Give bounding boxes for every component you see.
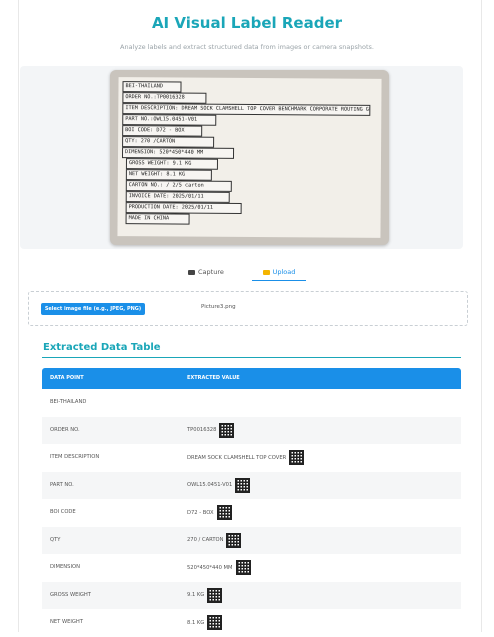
label-line: PART NO.:OWL15.0451-V01 (122, 114, 217, 126)
tab-upload[interactable]: Upload (252, 264, 306, 281)
label-line: DIMENSION: 520*450*440 MM (121, 147, 235, 159)
qr-code-icon (235, 560, 251, 576)
label-line: ORDER NO.:TP0016328 (122, 92, 207, 104)
extracted-value-text: 9.1 KG (187, 592, 205, 599)
column-header-data-point: DATA POINT (50, 375, 84, 381)
table-row: ITEM DESCRIPTION DREAM SOCK CLAMSHELL TOP… (42, 444, 461, 472)
tab-capture-label: Capture (198, 268, 224, 276)
extracted-value-text: 520*450*440 MM (187, 564, 233, 571)
extracted-value-cell: OWL15.0451-V01 (187, 472, 251, 500)
tab-capture[interactable]: Capture (188, 264, 224, 280)
extracted-value-cell: 8.1 KG (187, 609, 223, 637)
extracted-value-cell: 520*450*440 MM (187, 554, 251, 582)
data-point-cell: PART NO. (50, 481, 74, 488)
table-row: ORDER NO. TP0016328 (42, 416, 461, 445)
qr-code-icon (235, 477, 251, 493)
extracted-data-table: DATA POINT EXTRACTED VALUE BEI-THAILAND O… (42, 368, 461, 637)
table-row: QTY 270 / CARTON (42, 526, 461, 555)
extracted-value-text: TP0016328 (187, 427, 217, 434)
selected-file-name: Picture3.png (201, 304, 236, 310)
extracted-value-text: OWL15.0451-V01 (187, 482, 233, 489)
extracted-value-cell: D72 - BOX (187, 499, 232, 527)
label-paper: BEI-THAILAND ORDER NO.:TP0016328 ITEM DE… (117, 77, 382, 238)
camera-icon (188, 269, 195, 275)
label-line: NET WEIGHT: 8.1 KG (125, 169, 212, 181)
data-point-cell: BEI-THAILAND (50, 399, 87, 405)
extracted-value-text: 8.1 KG (187, 619, 205, 626)
label-line: BEI-THAILAND (122, 81, 182, 93)
page-title: AI Visual Label Reader (151, 14, 343, 32)
extracted-value-cell: TP0016328 (187, 417, 235, 445)
data-point-cell: ORDER NO. (50, 426, 80, 433)
data-point-cell: QTY (50, 536, 61, 543)
table-row: BOI CODE D72 - BOX (42, 499, 461, 527)
label-photo: BEI-THAILAND ORDER NO.:TP0016328 ITEM DE… (110, 70, 389, 245)
label-line: PRODUCTION DATE: 2025/01/11 (125, 202, 242, 214)
folder-icon (262, 269, 270, 275)
table-header: DATA POINT EXTRACTED VALUE (42, 368, 461, 389)
section-title: Extracted Data Table (43, 342, 161, 353)
label-line: MADE IN CHINA (125, 213, 190, 225)
data-point-cell: DIMENSION (50, 564, 80, 570)
extracted-value-text: DREAM SOCK CLAMSHELL TOP COVER (187, 454, 287, 461)
extracted-value-cell: 270 / CARTON (187, 527, 242, 555)
label-line: BOI CODE: D72 - BOX (122, 125, 203, 137)
section-divider (42, 357, 461, 358)
qr-code-icon (207, 587, 223, 603)
select-file-button[interactable]: Select image file (e.g., JPEG, PNG) (41, 303, 145, 315)
column-header-extracted-value: EXTRACTED VALUE (187, 375, 240, 381)
qr-code-icon (289, 450, 305, 466)
extracted-value-cell: 9.1 KG (187, 582, 223, 610)
upload-dropzone[interactable]: Select image file (e.g., JPEG, PNG) Pict… (28, 291, 468, 326)
table-row: PART NO. OWL15.0451-V01 (42, 471, 461, 500)
qr-code-icon (207, 615, 223, 631)
data-point-cell: ITEM DESCRIPTION (50, 454, 100, 460)
data-point-cell: NET WEIGHT (50, 619, 84, 625)
label-line: CARTON NO.: / 2/5 carton (125, 180, 232, 192)
page-subtitle: Analyze labels and extract structured da… (120, 43, 374, 51)
table-row: NET WEIGHT 8.1 KG (42, 609, 461, 637)
data-point-cell: GROSS WEIGHT (50, 591, 91, 598)
qr-code-icon (216, 505, 232, 521)
qr-code-icon (226, 532, 242, 548)
table-row: GROSS WEIGHT 9.1 KG (42, 581, 461, 610)
qr-code-icon (219, 422, 235, 438)
extracted-value-text: 270 / CARTON (187, 537, 224, 544)
label-line: GROSS WEIGHT: 9.1 KG (125, 158, 218, 170)
extracted-value-cell: DREAM SOCK CLAMSHELL TOP COVER (187, 444, 305, 472)
extracted-value-text: D72 - BOX (187, 509, 214, 516)
data-point-cell: BOI CODE (50, 509, 76, 515)
table-row: BEI-THAILAND (42, 389, 461, 417)
label-line: QTY: 270 /CARTON (122, 136, 215, 148)
label-line: INVOICE DATE: 2025/01/11 (125, 191, 230, 203)
tab-upload-label: Upload (272, 268, 296, 276)
tab-bar: Capture Upload (0, 264, 494, 282)
table-row: DIMENSION 520*450*440 MM (42, 554, 461, 582)
